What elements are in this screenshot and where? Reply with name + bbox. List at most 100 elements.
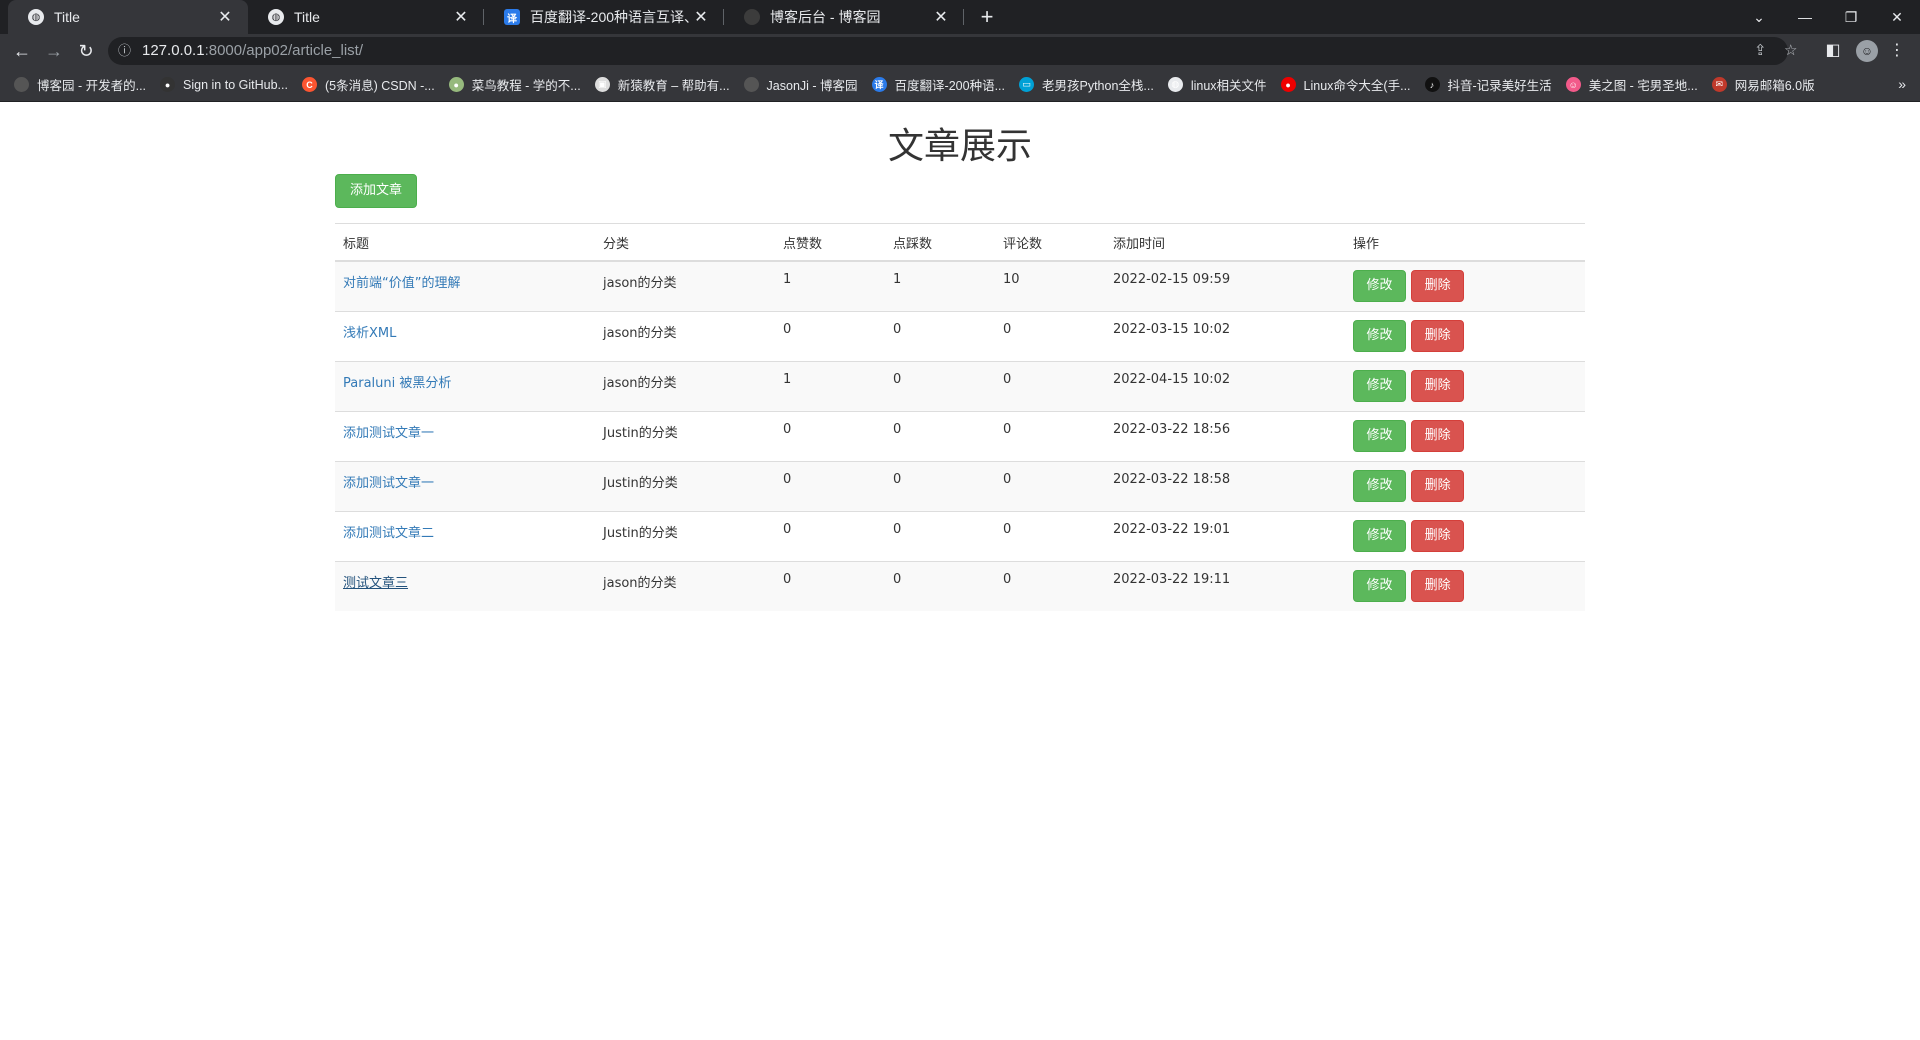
bookmark-item[interactable]: ● Sign in to GitHub... [160, 77, 288, 92]
table-cell: 2022-03-22 18:56 [1105, 410, 1345, 461]
close-icon[interactable]: ✕ [216, 7, 234, 27]
article-title-link[interactable]: 添加测试文章一 [343, 462, 587, 491]
bookmark-item[interactable]: 译百度翻译-200种语... [871, 75, 1005, 94]
bookmark-label: JasonJi - 博客园 [766, 79, 858, 93]
delete-button[interactable]: 删除 [1411, 319, 1465, 352]
profile-avatar[interactable]: ☺ [1856, 40, 1878, 62]
bookmark-item[interactable]: JasonJi - 博客园 [743, 75, 858, 94]
article-likes: 0 [783, 421, 792, 437]
edit-button[interactable]: 修改 [1353, 519, 1406, 552]
new-tab-button[interactable]: + [974, 4, 1000, 30]
table-cell: jason的分类 [595, 260, 775, 311]
table-cell: jason的分类 [595, 360, 775, 411]
edit-button[interactable]: 修改 [1353, 319, 1406, 352]
article-table: 标题 分类 点赞数 点踩数 评论数 添加时间 操作 对前端“价值”的理解 jaso… [335, 223, 1585, 611]
share-icon[interactable]: ⇪ [1754, 37, 1767, 65]
column-header-actions: 操作 [1345, 223, 1585, 262]
article-comments: 0 [1003, 571, 1012, 587]
bookmark-item[interactable]: ☺ 美之图 - 宅男圣地... [1565, 75, 1698, 94]
close-icon[interactable]: ✕ [452, 7, 470, 27]
site-info-icon[interactable]: ⓘ [118, 37, 131, 65]
tab-title: 百度翻译-200种语言互译、沟通 [530, 9, 692, 25]
tab-4[interactable]: 博客后台 - 博客园 ✕ [724, 0, 964, 34]
table-cell: jason的分类 [595, 310, 775, 361]
bookmark-item[interactable]: ◍ linux相关文件 [1167, 75, 1267, 94]
bookmark-item[interactable]: ● Linux命令大全(手... [1280, 75, 1411, 94]
edit-button[interactable]: 修改 [1353, 419, 1406, 452]
bookmark-item[interactable]: 博客园 - 开发者的... [14, 75, 146, 94]
delete-button[interactable]: 删除 [1411, 569, 1465, 602]
tab-3[interactable]: 译 百度翻译-200种语言互译、沟通 ✕ [484, 0, 724, 34]
row-actions: 修改 删除 [1353, 562, 1577, 602]
forward-button[interactable]: → [42, 40, 66, 62]
delete-button[interactable]: 删除 [1411, 270, 1465, 302]
tab-search-icon[interactable]: ⌄ [1736, 0, 1782, 34]
actions-cell: 修改 删除 [1345, 410, 1585, 461]
bookmark-label: 抖音-记录美好生活 [1447, 79, 1552, 93]
table-cell: 2022-02-15 09:59 [1105, 260, 1345, 311]
add-article-button[interactable]: 添加文章 [335, 174, 417, 208]
table-cell: 0 [995, 310, 1105, 361]
delete-button[interactable]: 删除 [1411, 369, 1465, 402]
close-icon[interactable]: ✕ [692, 7, 710, 27]
reload-button[interactable]: ↻ [74, 40, 98, 62]
table-cell: 浅析XML [335, 310, 595, 361]
bookmark-item[interactable]: ✉ 网易邮箱6.0版 [1711, 75, 1815, 94]
restore-button[interactable]: ❐ [1828, 0, 1874, 34]
side-panel-icon[interactable]: ◧ [1822, 40, 1844, 60]
address-bar[interactable]: ⓘ 127.0.0.1:8000/app02/article_list/ ⇪ ☆ [108, 37, 1797, 65]
table-cell: 添加测试文章二 [335, 510, 595, 561]
bookmark-star-icon[interactable]: ☆ [1784, 37, 1797, 65]
bookmark-item[interactable]: C (5条消息) CSDN -... [301, 75, 435, 94]
cnblogs-icon [14, 77, 29, 92]
tab-1[interactable]: ◍ Title ✕ [8, 0, 248, 34]
actions-cell: 修改 删除 [1345, 260, 1585, 311]
article-likes: 0 [783, 521, 792, 537]
bookmark-item[interactable]: ♪ 抖音-记录美好生活 [1424, 75, 1552, 94]
table-header-row: 标题 分类 点赞数 点踩数 评论数 添加时间 操作 [335, 223, 1585, 262]
article-category: jason的分类 [603, 575, 677, 591]
menu-icon[interactable]: ⋮ [1886, 40, 1908, 60]
bookmark-label: 网易邮箱6.0版 [1734, 79, 1815, 93]
url-path: :8000/app02/article_list/ [204, 42, 363, 59]
table-cell: 0 [995, 410, 1105, 461]
table-cell: 2022-03-22 18:58 [1105, 460, 1345, 511]
article-title-link[interactable]: Paraluni 被黑分析 [343, 362, 587, 391]
article-time: 2022-03-22 18:56 [1113, 421, 1231, 437]
bookmark-item[interactable]: ▭ 老男孩Python全栈... [1018, 75, 1154, 94]
redhat-icon: ● [1280, 77, 1296, 92]
edit-button[interactable]: 修改 [1353, 270, 1406, 302]
article-dislikes: 0 [893, 571, 902, 587]
table-cell: 0 [885, 560, 995, 611]
edit-button[interactable]: 修改 [1353, 369, 1406, 402]
article-title-link[interactable]: 对前端“价值”的理解 [343, 262, 587, 291]
table-cell: 测试文章三 [335, 560, 595, 611]
tab-2[interactable]: ◍ Title ✕ [248, 0, 484, 34]
bookmark-item[interactable]: ▣ 新猿教育 – 帮助有... [594, 75, 730, 94]
bookmark-item[interactable]: ● 菜鸟教程 - 学的不... [448, 75, 581, 94]
tv-icon: ▭ [1018, 77, 1034, 92]
csdn-icon: C [301, 77, 317, 92]
back-button[interactable]: ← [10, 40, 34, 62]
table-cell: Paraluni 被黑分析 [335, 360, 595, 411]
article-comments: 0 [1003, 521, 1012, 537]
article-title-link[interactable]: 添加测试文章一 [343, 412, 587, 441]
edit-button[interactable]: 修改 [1353, 469, 1406, 502]
article-time: 2022-03-22 19:11 [1113, 571, 1231, 587]
edit-button[interactable]: 修改 [1353, 569, 1406, 602]
article-title-link[interactable]: 添加测试文章二 [343, 512, 587, 541]
delete-button[interactable]: 删除 [1411, 419, 1465, 452]
article-category: jason的分类 [603, 375, 677, 391]
bookmark-label: 老男孩Python全栈... [1041, 79, 1154, 93]
table-cell: 0 [995, 560, 1105, 611]
delete-button[interactable]: 删除 [1411, 469, 1465, 502]
more-bookmarks-icon[interactable]: » [1898, 76, 1906, 92]
article-title-link[interactable]: 浅析XML [343, 312, 587, 341]
actions-cell: 修改 删除 [1345, 560, 1585, 611]
table-cell: 0 [775, 410, 885, 461]
delete-button[interactable]: 删除 [1411, 519, 1465, 552]
minimize-button[interactable]: — [1782, 0, 1828, 34]
close-icon[interactable]: ✕ [932, 7, 950, 27]
article-title-link[interactable]: 测试文章三 [343, 562, 587, 591]
close-window-button[interactable]: ✕ [1874, 0, 1920, 34]
